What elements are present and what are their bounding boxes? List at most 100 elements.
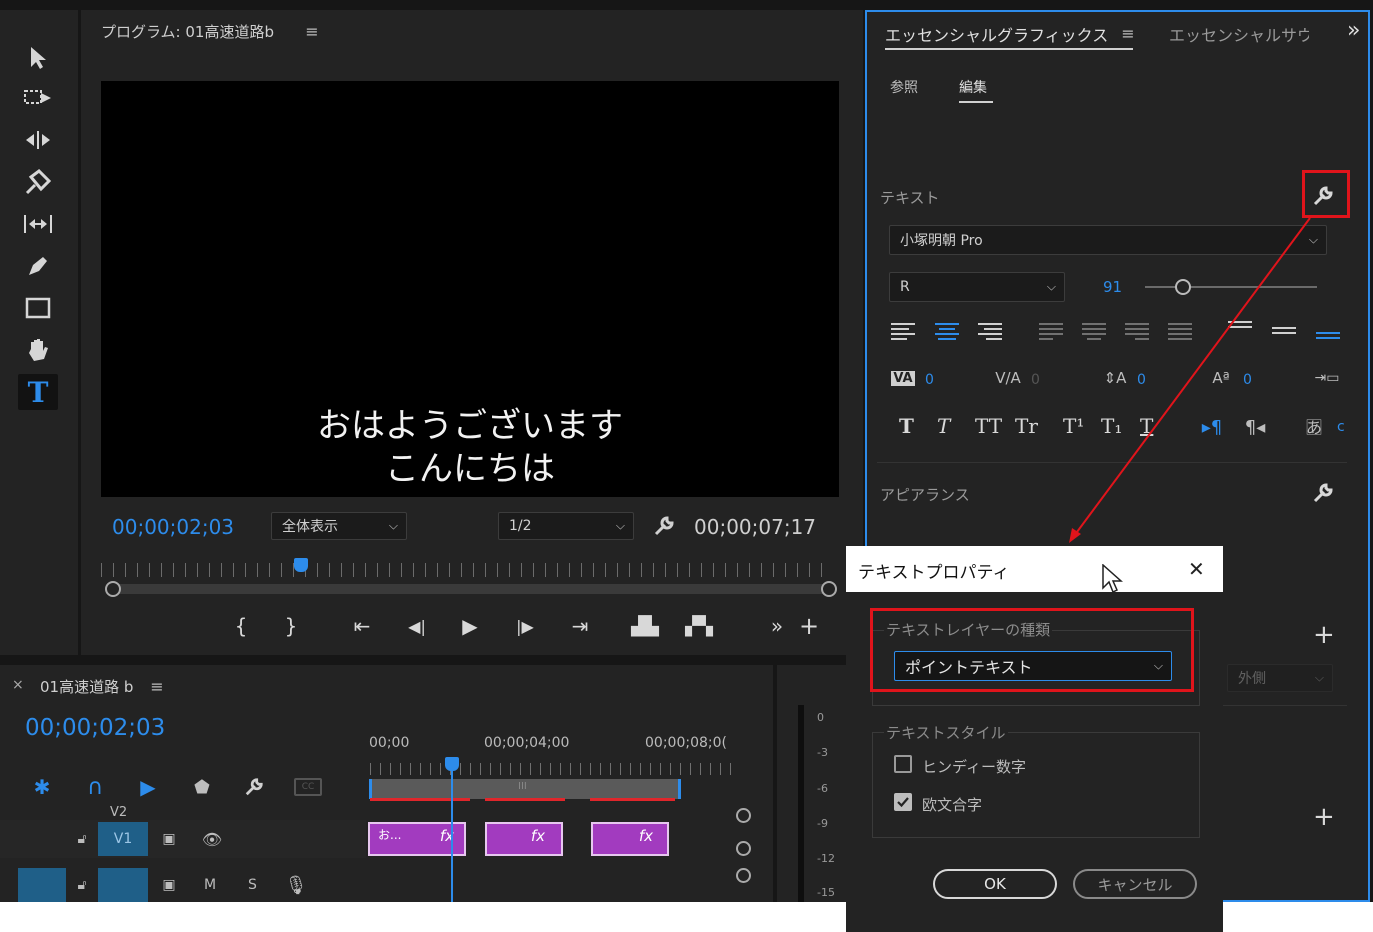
track-a1-source[interactable] <box>18 868 66 902</box>
sequence-tab-title[interactable]: 01高速道路 b <box>40 676 133 697</box>
faux-italic-button[interactable]: T <box>937 414 950 438</box>
track-zoom-handle[interactable] <box>736 841 751 856</box>
zoom-handle-left[interactable] <box>105 581 121 597</box>
ruler-label-1: 00;00;04;00 <box>484 735 570 751</box>
hamburger-icon[interactable]: ≡ <box>1119 24 1137 43</box>
dialog-titlebar[interactable]: テキストプロパティ ✕ <box>846 546 1223 594</box>
hamburger-icon[interactable]: ≡ <box>148 677 166 696</box>
monitor-time-ruler[interactable] <box>101 563 831 577</box>
work-area-grip: III <box>518 781 527 792</box>
timeline-playhead[interactable] <box>445 757 459 771</box>
selection-tool-icon[interactable] <box>18 40 58 76</box>
playhead-marker[interactable] <box>294 558 308 572</box>
checkmark-icon <box>897 797 909 808</box>
subtab-edit[interactable]: 編集 <box>959 77 987 97</box>
panel-overflow-icon[interactable]: » <box>1347 18 1360 43</box>
dialog-close-icon[interactable]: ✕ <box>1188 557 1205 581</box>
tracking-icon[interactable]: V/A <box>992 365 1024 391</box>
mark-out-icon[interactable]: } <box>279 614 303 638</box>
font-family-value: 小塚明朝 Pro <box>900 233 983 249</box>
go-to-in-icon[interactable]: ⇤ <box>347 614 377 638</box>
snap-icon[interactable]: ✱ <box>30 775 54 799</box>
graphic-clip-3[interactable]: fx <box>591 822 669 856</box>
hand-tool-icon[interactable] <box>18 332 58 368</box>
ok-button[interactable]: OK <box>933 869 1057 899</box>
track-zoom-handle[interactable] <box>736 868 751 883</box>
ligatures-label: 欧文合字 <box>922 796 983 814</box>
tab-essential-sound[interactable]: エッセンシャルサウ <box>1169 22 1309 46</box>
hindi-digits-checkbox[interactable] <box>894 755 912 773</box>
cancel-button-label: キャンセル <box>1097 875 1173 894</box>
type-tool-icon[interactable]: T <box>18 374 58 410</box>
pen-tool-icon[interactable] <box>18 248 58 284</box>
zoom-handle-right[interactable] <box>821 581 837 597</box>
mark-in-icon[interactable]: { <box>229 614 253 638</box>
fx-icon: fx <box>530 827 545 845</box>
timeline-close-icon[interactable]: × <box>12 677 24 693</box>
captions-icon[interactable]: CC <box>294 775 322 799</box>
zoom-scrollbar[interactable] <box>111 584 831 594</box>
add-stroke-button[interactable]: + <box>1313 620 1335 650</box>
track-a1-target[interactable] <box>98 868 148 902</box>
align-right-icon[interactable] <box>978 323 1004 343</box>
insert-edit-icon[interactable]: ▶ <box>136 775 160 799</box>
step-back-icon[interactable]: ◀| <box>403 614 431 638</box>
subtab-browse[interactable]: 参照 <box>890 77 918 97</box>
microphone-icon[interactable]: 🎙︎ <box>285 873 308 897</box>
tsume-value[interactable]: c <box>1337 419 1345 435</box>
fit-select[interactable]: 全体表示 ⌵ <box>271 512 407 540</box>
tracking-value[interactable]: 0 <box>1031 372 1040 388</box>
align-center-icon[interactable] <box>935 323 961 343</box>
kerning-value[interactable]: 0 <box>925 372 934 388</box>
ligatures-checkbox[interactable] <box>894 793 912 811</box>
program-monitor-title[interactable]: プログラム: 01高速道路b <box>101 21 274 42</box>
resolution-select[interactable]: 1/2 ⌵ <box>498 512 634 540</box>
film-icon[interactable]: ▣ <box>158 875 180 895</box>
ruler-label-0: 00;00 <box>369 735 410 751</box>
wrench-icon[interactable] <box>242 775 266 799</box>
wrench-icon[interactable] <box>651 513 677 539</box>
lock-icon[interactable]: 🔓︎ <box>72 875 92 895</box>
go-to-out-icon[interactable]: ⇥ <box>565 614 595 638</box>
step-forward-icon[interactable]: |▶ <box>511 614 539 638</box>
hamburger-icon[interactable]: ≡ <box>303 22 321 41</box>
align-left-icon[interactable] <box>891 323 917 343</box>
small-caps-button[interactable]: Tr <box>1015 414 1038 438</box>
tab-essential-graphics[interactable]: エッセンシャルグラフィックス <box>885 22 1108 46</box>
track-select-tool-icon[interactable] <box>18 80 58 116</box>
timeline-ruler[interactable] <box>370 763 740 775</box>
play-icon[interactable]: ▶ <box>457 614 483 638</box>
tools-panel: T <box>0 10 78 655</box>
faux-bold-button[interactable]: T <box>899 414 914 438</box>
track-v1-target[interactable]: V1 <box>98 822 148 856</box>
solo-button[interactable]: S <box>248 877 257 893</box>
mute-button[interactable]: M <box>204 877 216 893</box>
kerning-icon[interactable]: VA <box>887 365 919 391</box>
extract-icon[interactable]: ▞▚ <box>683 614 715 638</box>
timeline-timecode[interactable]: 00;00;02;03 <box>25 715 165 741</box>
lift-icon[interactable]: ▟▙ <box>629 614 661 638</box>
add-marker-icon[interactable]: ⬟ <box>190 775 214 799</box>
overflow-icon[interactable]: » <box>765 614 789 638</box>
add-shadow-button[interactable]: + <box>1313 802 1335 832</box>
text-style-group-label: テキストスタイル <box>884 722 1008 743</box>
type-tool-glyph: T <box>27 375 49 409</box>
all-caps-button[interactable]: TT <box>975 414 1002 438</box>
rectangle-tool-icon[interactable] <box>18 290 58 326</box>
eye-icon[interactable]: 👁︎ <box>200 829 224 849</box>
razor-tool-icon[interactable] <box>18 164 58 200</box>
stroke-position-select[interactable]: 外側 ⌵ <box>1227 664 1333 692</box>
slip-tool-icon[interactable] <box>18 206 58 242</box>
work-area-bar[interactable]: III <box>369 779 681 799</box>
linked-selection-icon[interactable]: ∩ <box>83 775 107 800</box>
graphic-clip-2[interactable]: fx <box>485 822 563 856</box>
layer-type-highlight-box <box>870 608 1194 692</box>
track-zoom-handle[interactable] <box>736 808 751 823</box>
add-button-icon[interactable]: + <box>797 612 821 640</box>
lock-icon[interactable]: 🔓︎ <box>72 829 92 849</box>
current-timecode[interactable]: 00;00;02;03 <box>112 515 234 539</box>
cancel-button[interactable]: キャンセル <box>1073 869 1197 899</box>
film-icon[interactable]: ▣ <box>158 829 180 849</box>
ripple-edit-tool-icon[interactable] <box>18 122 58 158</box>
font-style-select[interactable]: R ⌵ <box>889 272 1065 302</box>
